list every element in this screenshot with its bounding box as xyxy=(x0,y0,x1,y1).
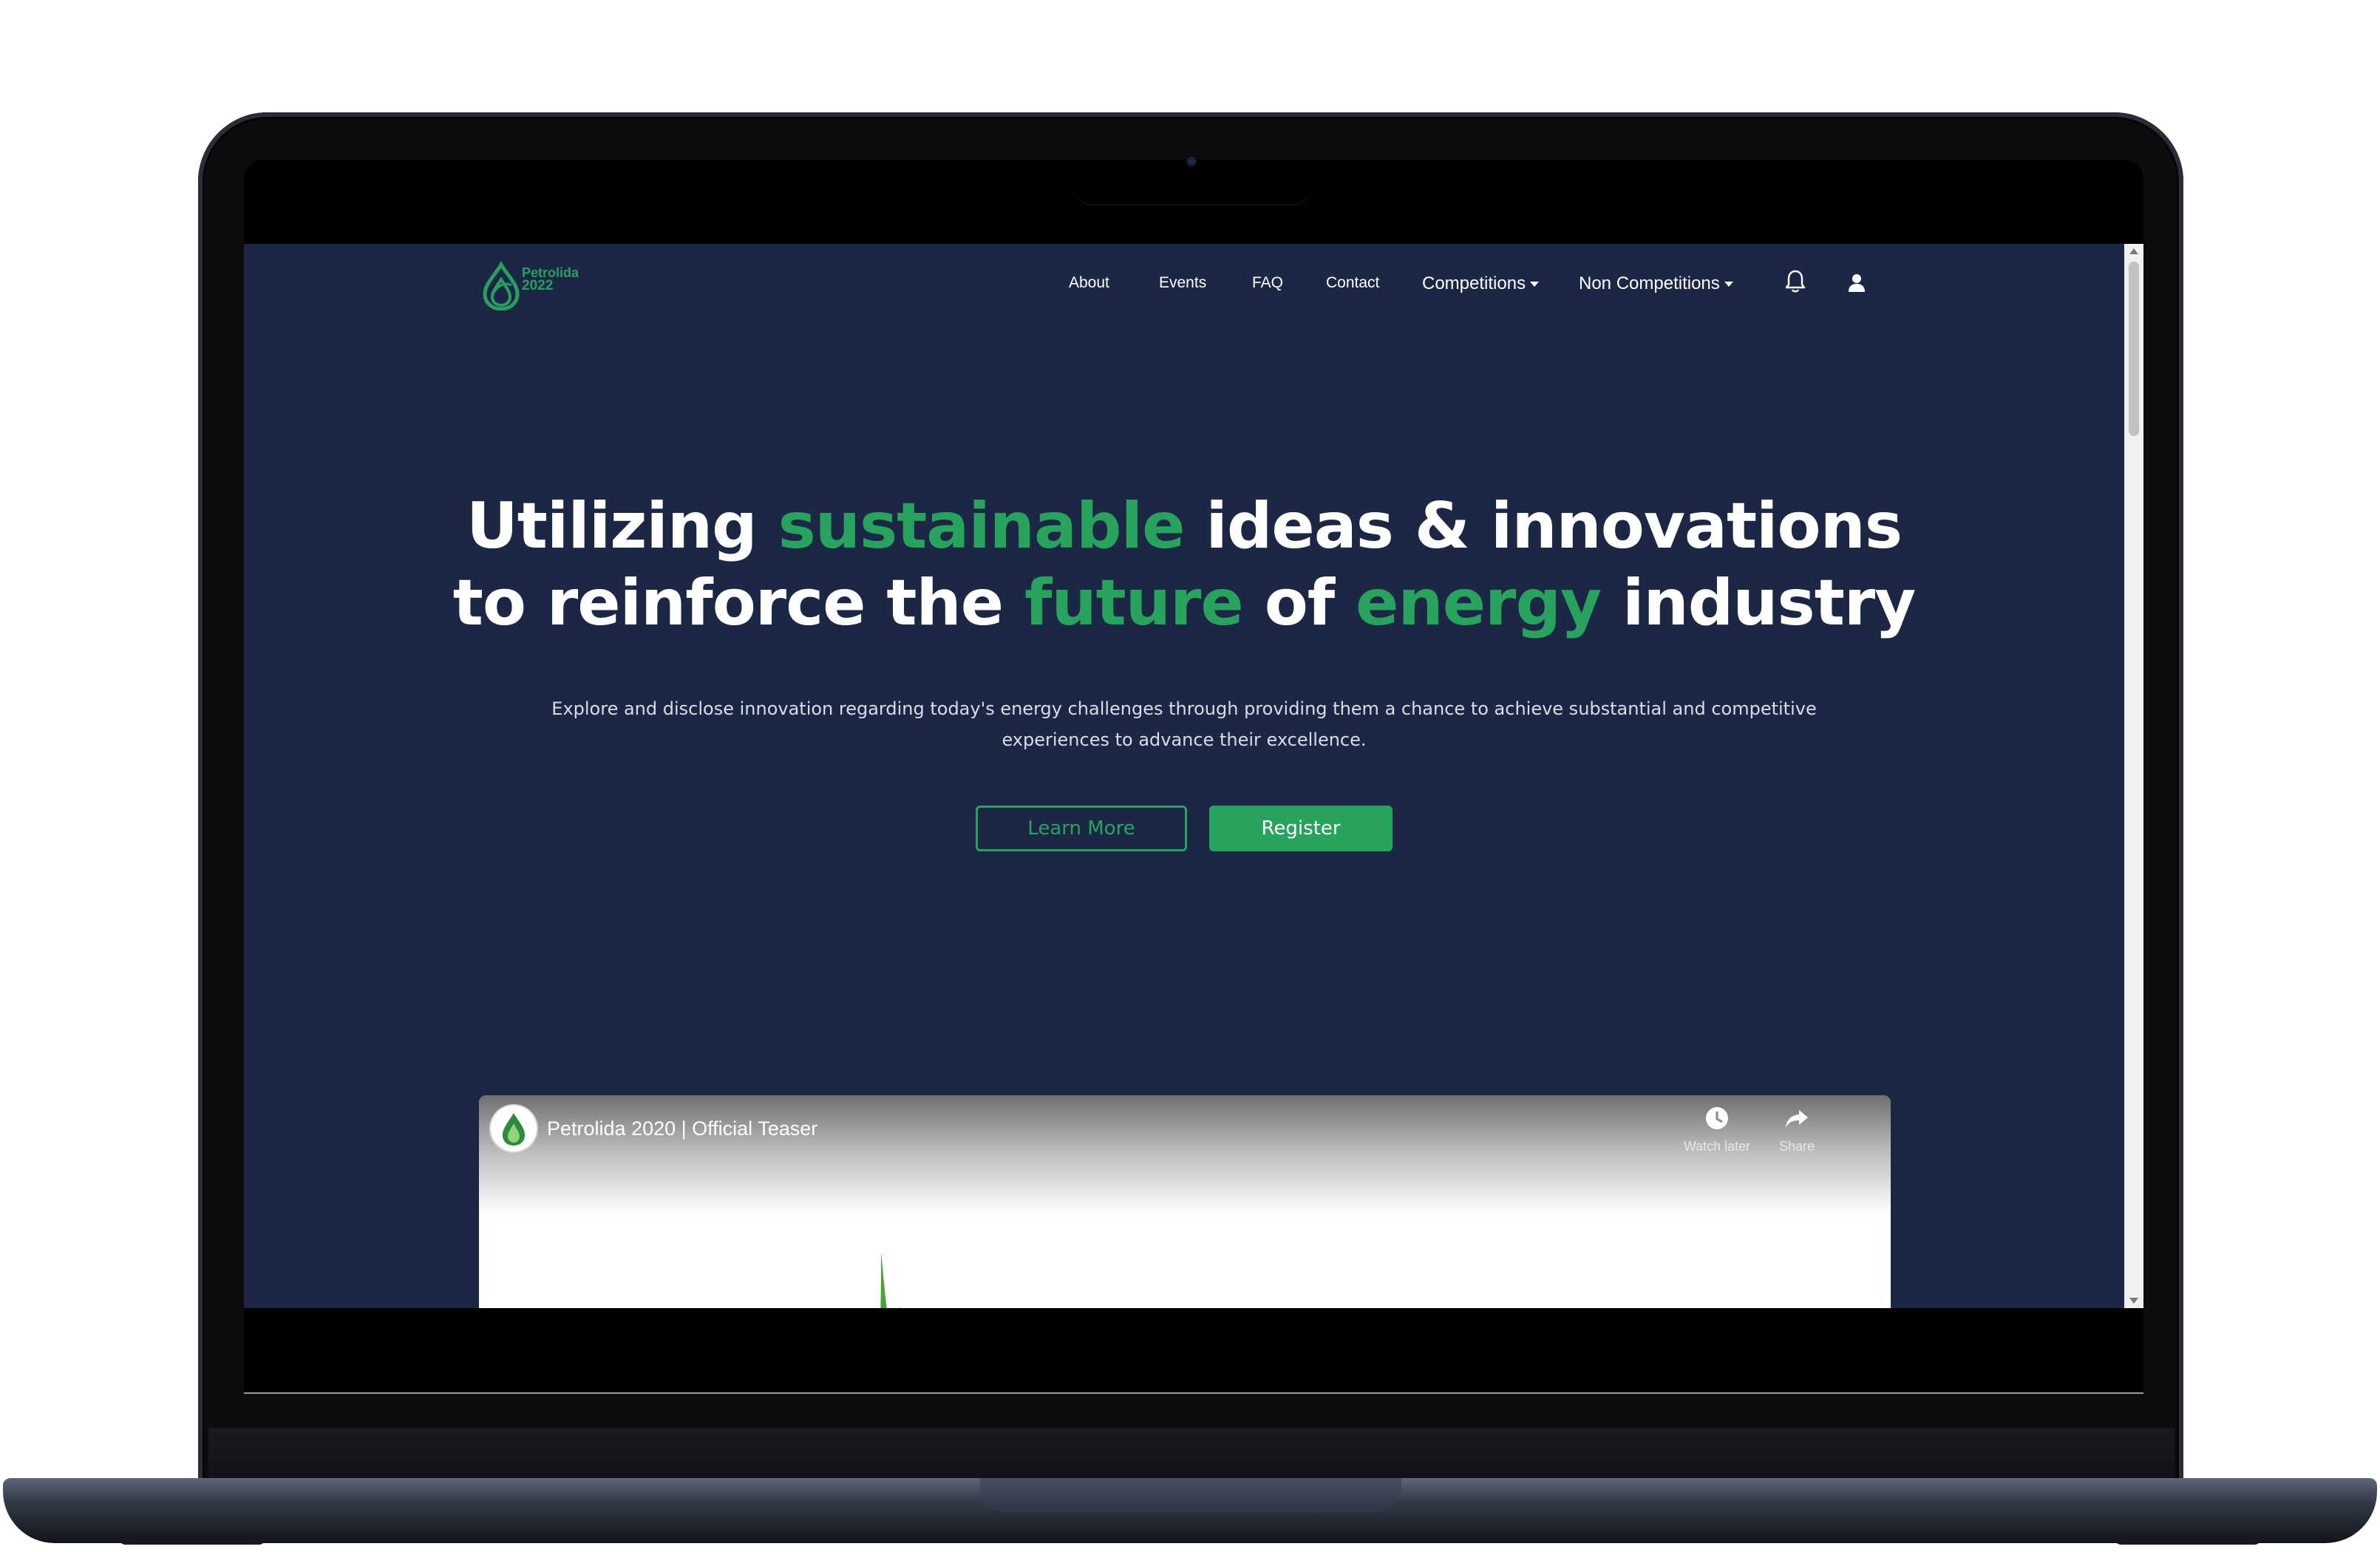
share-icon xyxy=(1786,1110,1808,1128)
learn-more-button[interactable]: Learn More xyxy=(976,806,1187,851)
laptop-foot xyxy=(2114,1537,2262,1545)
petrolida-drop-icon xyxy=(503,1113,525,1146)
nav-contact-link[interactable]: Contact xyxy=(1326,272,1379,294)
share-label: Share xyxy=(1778,1139,1815,1154)
nav-faq-link[interactable]: FAQ xyxy=(1252,272,1283,294)
laptop-hinge xyxy=(208,1428,2175,1480)
scroll-up-icon[interactable] xyxy=(2129,248,2138,254)
headline-text: ideas & innovations xyxy=(1184,489,1903,563)
headline-text: industry xyxy=(1601,566,1916,640)
headline-highlight: future xyxy=(1024,566,1244,640)
clock-icon xyxy=(1706,1107,1728,1129)
share-action[interactable]: Share xyxy=(1756,1106,1837,1154)
user-icon[interactable] xyxy=(1848,273,1866,293)
nav-non-competitions-dropdown[interactable]: Non Competitions xyxy=(1579,272,1733,296)
caret-down-icon xyxy=(1724,282,1733,287)
watch-later-action[interactable]: Watch later xyxy=(1676,1106,1758,1154)
nav-non-competitions-label: Non Competitions xyxy=(1579,273,1720,293)
headline-line-2: to reinforce the future of energy indust… xyxy=(452,566,1917,640)
nav-about-link[interactable]: About xyxy=(1069,272,1109,294)
leaf-icon xyxy=(880,1252,900,1308)
teaser-video-player[interactable]: Petrolida 2020 | Official Teaser Watch l… xyxy=(479,1095,1891,1308)
headline-highlight: sustainable xyxy=(778,489,1186,563)
page-scrollbar[interactable] xyxy=(2124,244,2143,1308)
logo-year: 2022 xyxy=(522,278,554,293)
nav-events-link[interactable]: Events xyxy=(1159,272,1206,294)
screen-edge xyxy=(244,1392,2143,1394)
scroll-thumb[interactable] xyxy=(2129,262,2139,436)
nav-competitions-dropdown[interactable]: Competitions xyxy=(1422,272,1540,296)
watch-later-label: Watch later xyxy=(1683,1139,1751,1154)
channel-avatar[interactable] xyxy=(491,1106,537,1151)
laptop-base-notch xyxy=(980,1478,1401,1512)
scroll-down-icon[interactable] xyxy=(2129,1298,2138,1304)
headline-highlight: energy xyxy=(1356,566,1602,640)
browser-viewport: Petrolida 2022 About Events FAQ Contact … xyxy=(244,244,2124,1308)
headline-line-1: Utilizing sustainable ideas & innovation… xyxy=(466,489,1903,563)
register-button[interactable]: Register xyxy=(1209,806,1393,851)
headline-text: to reinforce the xyxy=(452,566,1025,640)
headline-text: Utilizing xyxy=(466,489,778,563)
headline-text: of xyxy=(1242,566,1356,640)
nav-competitions-label: Competitions xyxy=(1422,273,1526,293)
video-title[interactable]: Petrolida 2020 | Official Teaser xyxy=(547,1117,817,1140)
logo-wordmark[interactable]: Petrolida 2022 xyxy=(522,266,579,293)
hero-headline: Utilizing sustainable ideas & innovation… xyxy=(244,488,2124,641)
caret-down-icon xyxy=(1530,282,1540,287)
hero-subtitle: Explore and disclose innovation regardin… xyxy=(551,698,1817,750)
camera-notch xyxy=(1073,160,1313,204)
laptop-foot xyxy=(118,1537,266,1545)
bell-icon[interactable] xyxy=(1784,269,1806,294)
camera-icon xyxy=(1187,157,1196,166)
